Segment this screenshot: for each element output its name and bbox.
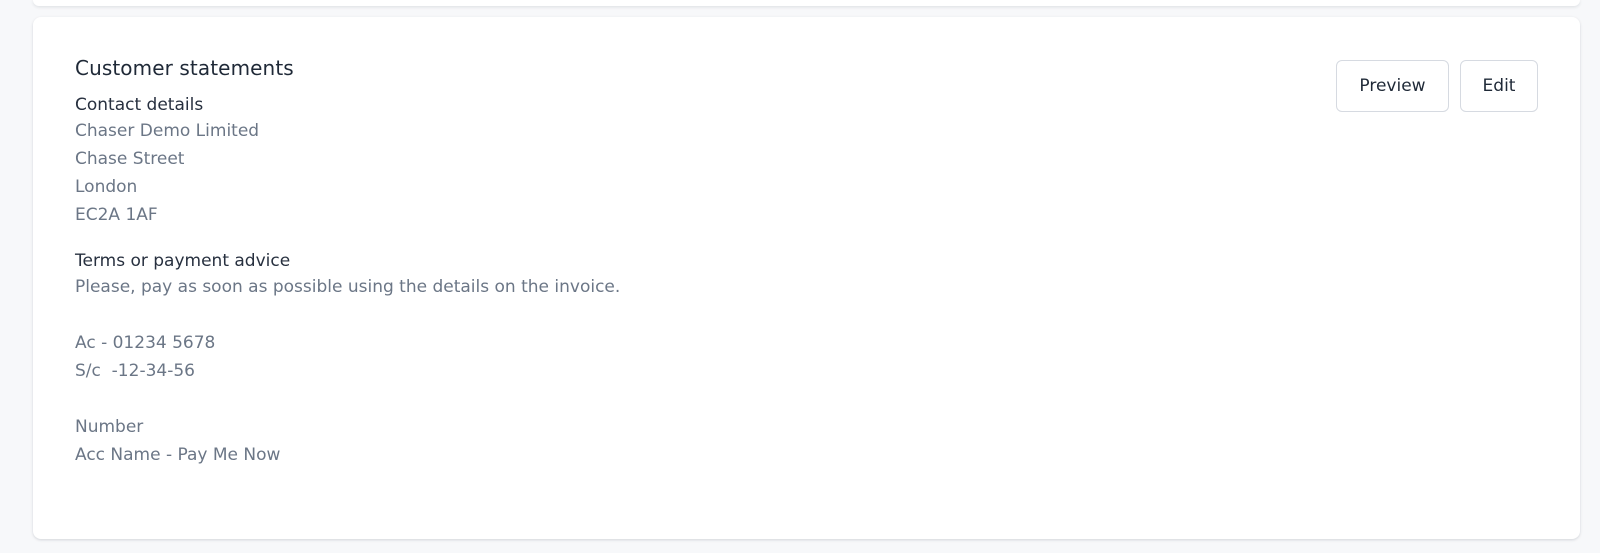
customer-statements-card: Customer statements Contact details Chas… (33, 17, 1580, 539)
terms-line (75, 385, 620, 413)
previous-card-edge (33, 0, 1580, 6)
contact-line-city: London (75, 177, 138, 197)
card-content: Customer statements Contact details Chas… (75, 55, 620, 469)
terms-line: Ac - 01234 5678 (75, 333, 216, 353)
terms-line: Acc Name - Pay Me Now (75, 445, 281, 465)
terms-section: Terms or payment advice Please, pay as s… (75, 249, 620, 469)
contact-details-section: Contact details Chaser Demo Limited Chas… (75, 93, 620, 229)
edit-button[interactable]: Edit (1460, 60, 1538, 112)
terms-line (75, 301, 620, 329)
card-title: Customer statements (75, 56, 294, 80)
contact-details-label: Contact details (75, 95, 204, 115)
terms-label: Terms or payment advice (75, 251, 291, 271)
terms-line: S/c -12-34-56 (75, 361, 195, 381)
terms-line: Number (75, 417, 144, 437)
contact-details-lines: Chaser Demo Limited Chase Street London … (75, 117, 620, 229)
preview-button[interactable]: Preview (1336, 60, 1449, 112)
contact-line-postcode: EC2A 1AF (75, 205, 158, 225)
contact-line-company: Chaser Demo Limited (75, 121, 260, 141)
card-actions: Preview Edit (1336, 60, 1538, 112)
terms-line: Please, pay as soon as possible using th… (75, 277, 621, 297)
terms-lines: Please, pay as soon as possible using th… (75, 273, 620, 469)
contact-line-street: Chase Street (75, 149, 185, 169)
